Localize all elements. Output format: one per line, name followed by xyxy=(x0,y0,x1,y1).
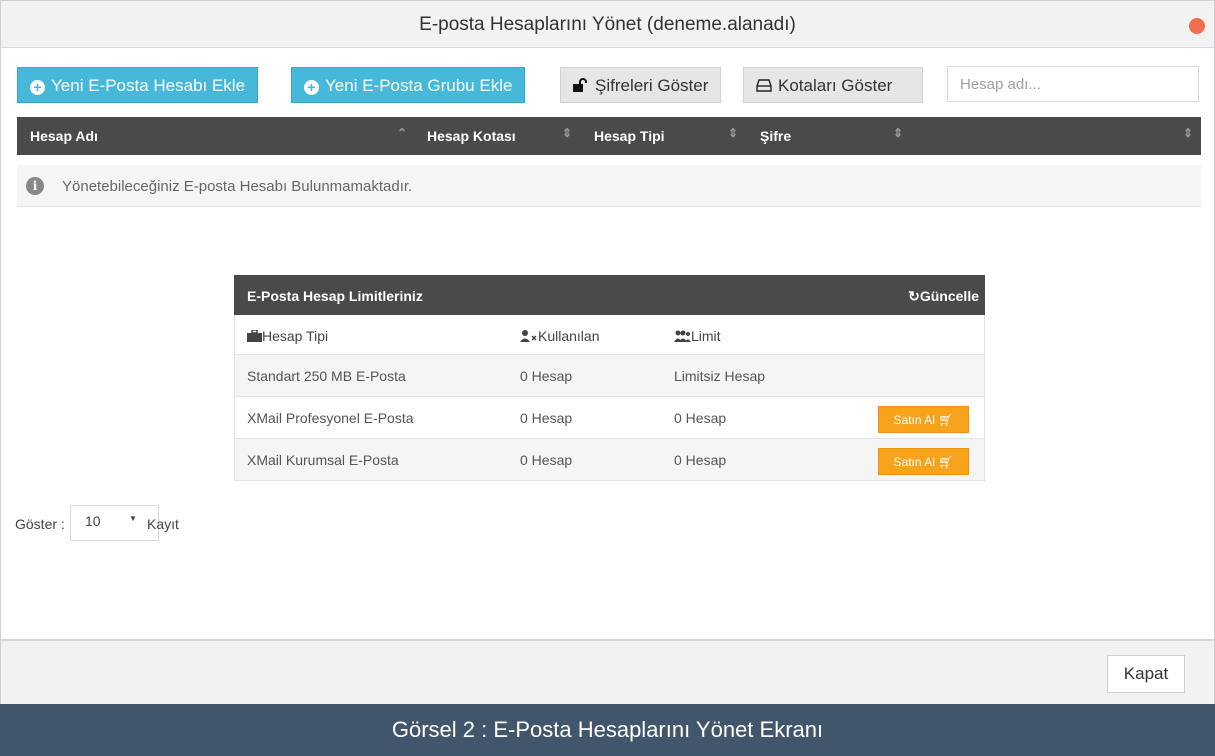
limit-used: 0 Hesap xyxy=(520,368,573,384)
show-passwords-label: Şifreleri Göster xyxy=(595,76,709,95)
cart-icon: 🛒︎ xyxy=(938,455,954,469)
limit-row: XMail Kurumsal E-Posta 0 Hesap 0 Hesap S… xyxy=(234,439,985,481)
plus-circle-icon: + xyxy=(304,80,319,95)
column-account-type[interactable]: Hesap Tipi xyxy=(594,128,665,144)
column-limit: Limit xyxy=(674,328,721,344)
sort-icon[interactable]: ⇕ xyxy=(1183,126,1193,140)
add-email-account-label: Yeni E-Posta Hesabı Ekle xyxy=(51,76,246,95)
figure-caption: Görsel 2 : E-Posta Hesaplarını Yönet Ekr… xyxy=(0,704,1215,756)
sort-icon[interactable]: ⇕ xyxy=(562,126,572,140)
limit-value: Limitsiz Hesap xyxy=(674,368,766,384)
user-times-icon xyxy=(520,330,537,342)
limit-value: 0 Hesap xyxy=(674,452,727,468)
limit-type: Standart 250 MB E-Posta xyxy=(247,368,406,384)
limit-row: Standart 250 MB E-Posta 0 Hesap Limitsiz… xyxy=(234,355,985,397)
page-length-label: Göster : xyxy=(15,516,65,532)
empty-message: Yönetebileceğiniz E-posta Hesabı Bulunma… xyxy=(62,178,413,195)
limits-title: E-Posta Hesap Limitleriniz xyxy=(247,288,423,304)
column-type: Hesap Tipi xyxy=(247,328,328,344)
window-title: E-posta Hesaplarını Yönet (deneme.alanad… xyxy=(419,14,796,35)
limit-used: 0 Hesap xyxy=(520,452,573,468)
limit-type: XMail Kurumsal E-Posta xyxy=(247,452,399,468)
limits-header: E-Posta Hesap Limitleriniz ↻Güncelle xyxy=(234,275,985,315)
panel-border xyxy=(234,315,235,481)
close-button[interactable]: Kapat xyxy=(1107,655,1185,693)
page-length-suffix: Kayıt xyxy=(147,516,179,532)
briefcase-icon xyxy=(247,329,262,342)
limits-column-headers: Hesap Tipi Kullanılan Limit xyxy=(234,315,985,355)
caret-down-icon: ▼ xyxy=(129,514,137,523)
title-bar: E-posta Hesaplarını Yönet (deneme.alanad… xyxy=(1,1,1214,48)
unlock-icon xyxy=(573,68,589,104)
buy-button[interactable]: Satın Al 🛒︎ xyxy=(878,448,969,475)
close-window-icon[interactable] xyxy=(1189,18,1205,34)
limit-type: XMail Profesyonel E-Posta xyxy=(247,410,414,426)
column-account-quota[interactable]: Hesap Kotası xyxy=(427,128,516,144)
column-password[interactable]: Şifre xyxy=(760,128,791,144)
add-email-group-button[interactable]: + Yeni E-Posta Grubu Ekle xyxy=(291,67,526,103)
refresh-button[interactable]: ↻Güncelle xyxy=(908,288,979,305)
info-icon: i xyxy=(26,177,44,195)
add-email-account-button[interactable]: + Yeni E-Posta Hesabı Ekle xyxy=(17,67,259,103)
column-used: Kullanılan xyxy=(520,328,600,344)
manage-email-accounts-window: E-posta Hesaplarını Yönet (deneme.alanad… xyxy=(0,0,1215,756)
empty-table-row: i Yönetebileceğiniz E-posta Hesabı Bulun… xyxy=(17,165,1201,207)
hdd-icon xyxy=(756,68,772,104)
limit-value: 0 Hesap xyxy=(674,410,727,426)
plus-circle-icon: + xyxy=(30,80,45,95)
modal-footer: Kapat xyxy=(1,639,1214,705)
show-quotas-label: Kotaları Göster xyxy=(778,76,893,95)
users-icon xyxy=(674,330,691,342)
add-email-group-label: Yeni E-Posta Grubu Ekle xyxy=(325,76,513,95)
limit-row: XMail Profesyonel E-Posta 0 Hesap 0 Hesa… xyxy=(234,397,985,439)
sort-asc-icon[interactable]: ⌃ xyxy=(397,126,407,140)
buy-button[interactable]: Satın Al 🛒︎ xyxy=(878,406,969,433)
page-length-value: 10 xyxy=(85,513,101,529)
refresh-icon: ↻ xyxy=(908,288,920,304)
sort-icon[interactable]: ⇕ xyxy=(728,126,738,140)
refresh-label: Güncelle xyxy=(919,288,979,304)
page-length-select[interactable]: 10 ▼ xyxy=(70,505,159,541)
panel-border xyxy=(984,315,985,481)
account-limits-panel: E-Posta Hesap Limitleriniz ↻Güncelle Hes… xyxy=(234,275,985,481)
column-account-name[interactable]: Hesap Adı xyxy=(30,128,98,144)
show-quotas-button[interactable]: Kotaları Göster xyxy=(743,67,923,103)
cart-icon: 🛒︎ xyxy=(938,413,954,427)
limit-used: 0 Hesap xyxy=(520,410,573,426)
accounts-table-header: Hesap Adı ⌃ Hesap Kotası ⇕ Hesap Tipi ⇕ … xyxy=(17,117,1201,155)
account-search-input[interactable] xyxy=(947,66,1199,102)
sort-icon[interactable]: ⇕ xyxy=(893,126,903,140)
show-passwords-button[interactable]: Şifreleri Göster xyxy=(560,67,722,104)
